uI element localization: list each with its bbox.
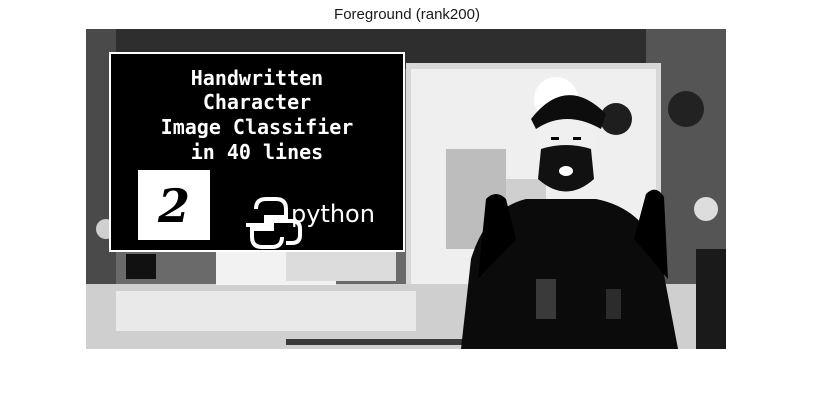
python-wordmark: python [291, 200, 375, 228]
foreground-image: Handwritten Character Image Classifier i… [86, 29, 726, 349]
slide-line-2: Character [203, 90, 311, 114]
slide-line-3: Image Classifier [161, 115, 354, 139]
slide-panel: Handwritten Character Image Classifier i… [109, 52, 405, 252]
slide-line-1: Handwritten [191, 66, 323, 90]
slide-line-4: in 40 lines [191, 140, 323, 164]
figure-title: Foreground (rank200) [334, 6, 480, 23]
handwritten-digit: 2 [157, 179, 190, 233]
